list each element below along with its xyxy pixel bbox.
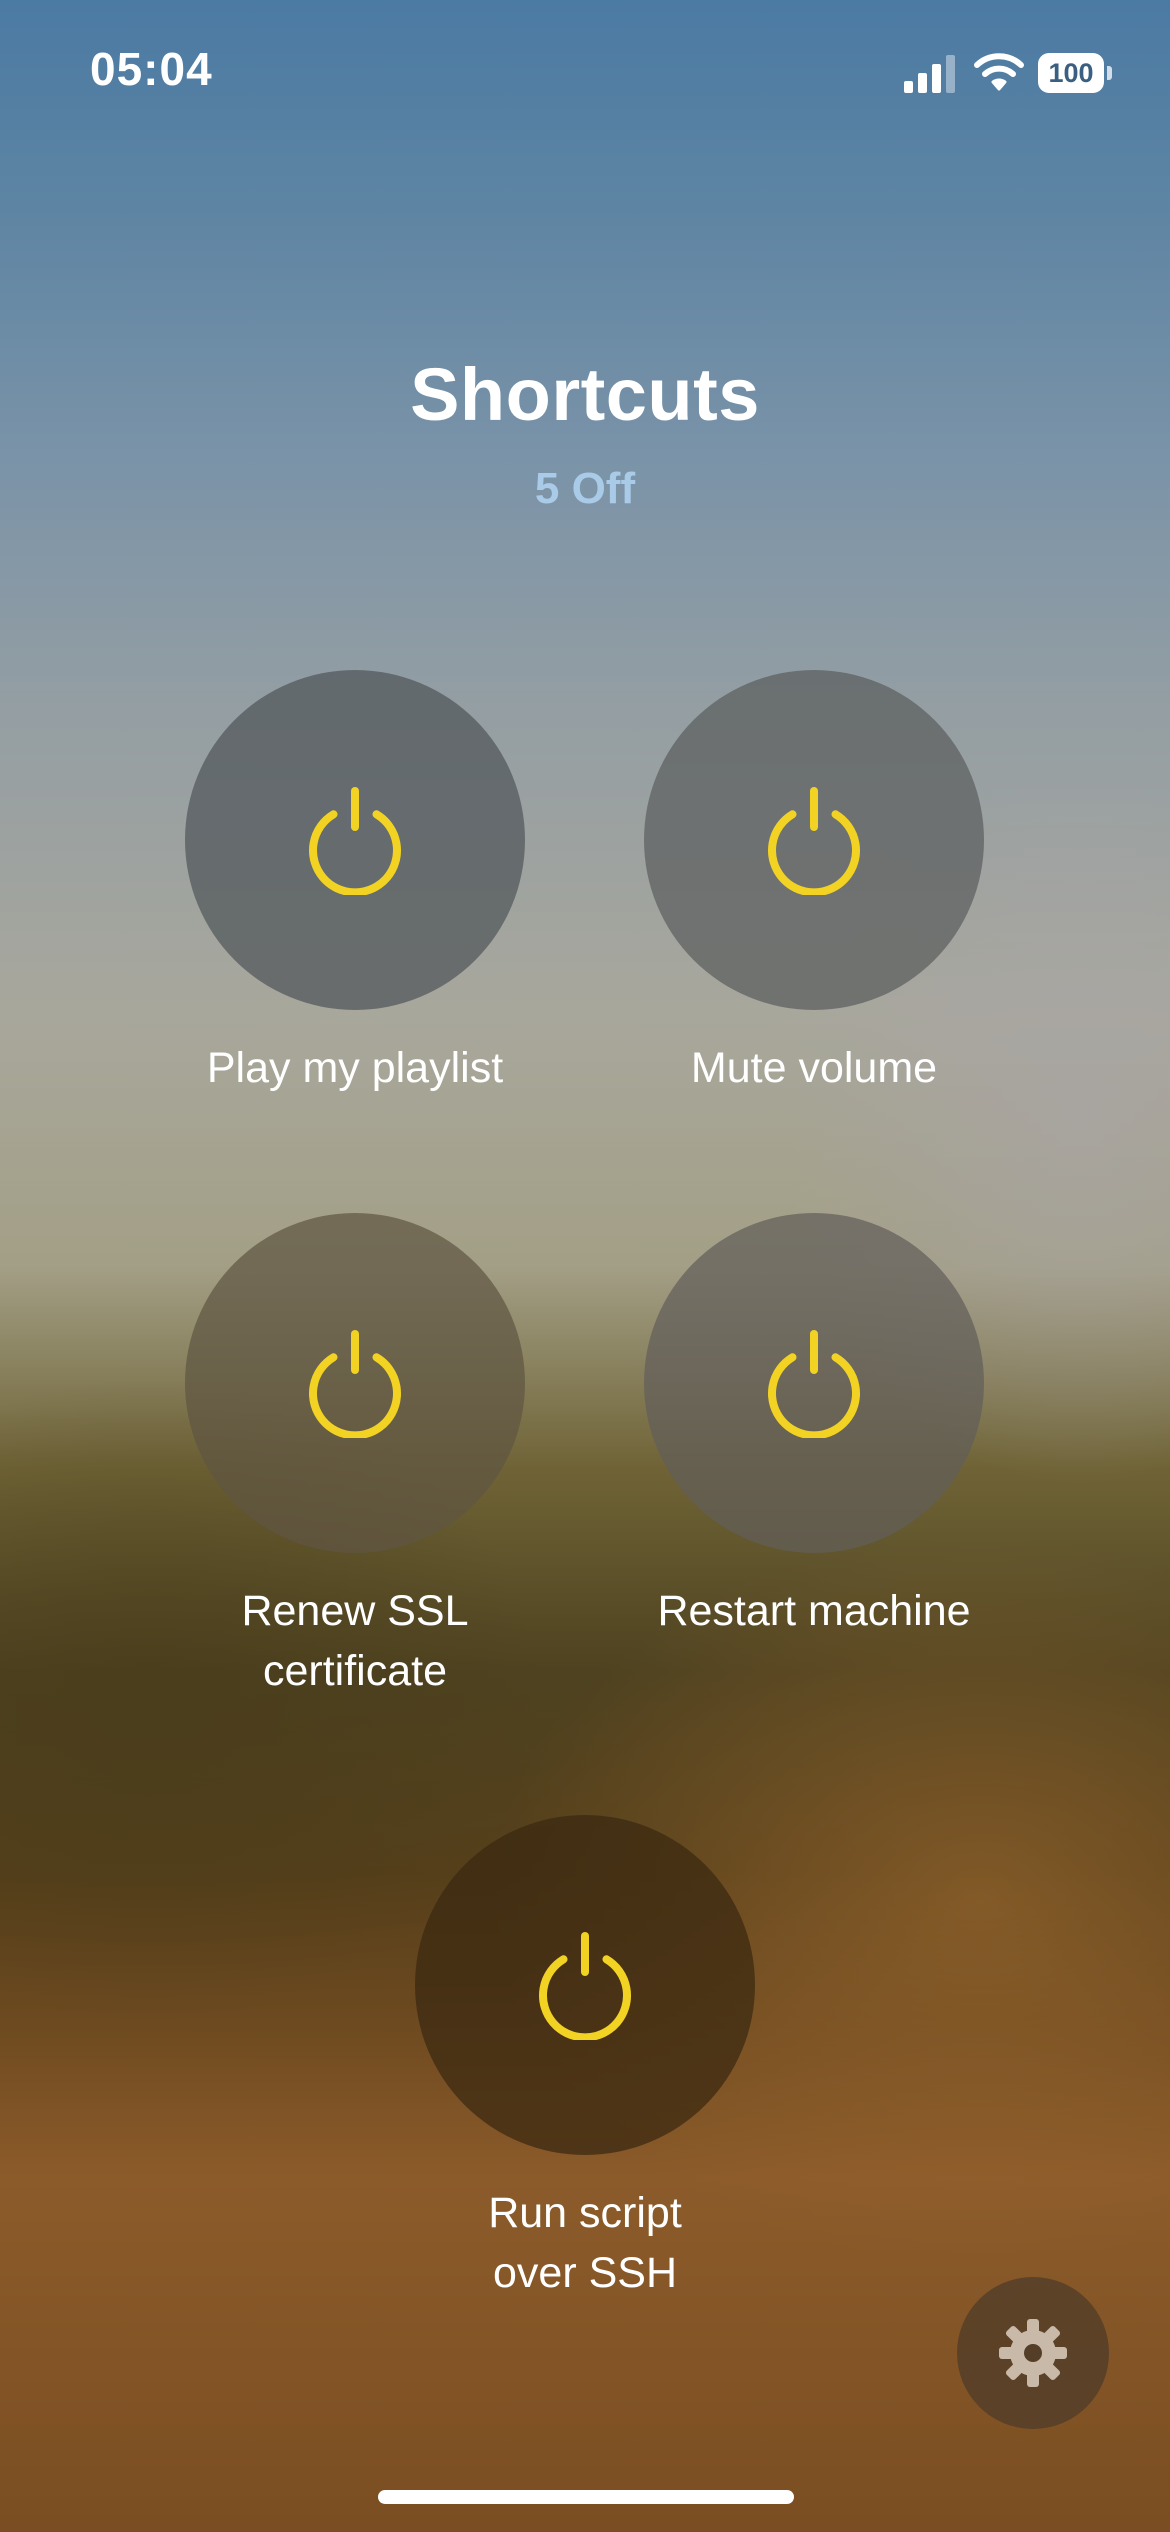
power-icon <box>309 787 401 895</box>
battery-indicator: 100 <box>1038 53 1112 93</box>
battery-tip <box>1107 66 1112 80</box>
status-bar: 05:04 100 <box>0 0 1170 150</box>
battery-level: 100 <box>1038 53 1104 93</box>
shortcut-toggle-button[interactable] <box>185 1213 525 1553</box>
settings-button[interactable] <box>957 2277 1109 2429</box>
shortcut-restart-machine: Restart machine <box>594 1213 1034 1641</box>
power-icon <box>539 1932 631 2040</box>
shortcut-toggle-button[interactable] <box>415 1815 755 2155</box>
page-title: Shortcuts <box>410 353 760 436</box>
cellular-signal-icon <box>904 55 955 93</box>
power-icon <box>309 1330 401 1438</box>
shortcut-label: Play my playlist <box>206 1044 504 1092</box>
gear-icon <box>999 2319 1067 2387</box>
power-icon <box>768 787 860 895</box>
shortcut-run-script-over-ssh: Run script over SSH <box>365 1815 805 2303</box>
status-time: 05:04 <box>90 43 213 95</box>
shortcut-toggle-button[interactable] <box>185 670 525 1010</box>
shortcut-label: Restart machine <box>657 1587 971 1635</box>
shortcuts-screen: 05:04 100 Shortcuts 5 Off Play my playli… <box>0 0 1170 2532</box>
shortcut-toggle-button[interactable] <box>644 1213 984 1553</box>
shortcut-label: Run script over SSH <box>488 2189 682 2297</box>
shortcut-label: Renew SSL certificate <box>241 1587 469 1695</box>
shortcut-renew-ssl-certificate: Renew SSL certificate <box>135 1213 575 1701</box>
power-icon <box>768 1330 860 1438</box>
wifi-icon <box>974 53 1024 91</box>
shortcut-toggle-button[interactable] <box>644 670 984 1010</box>
status-summary: 5 Off <box>534 464 636 513</box>
shortcut-label: Mute volume <box>690 1044 938 1092</box>
home-indicator[interactable] <box>378 2490 794 2504</box>
shortcut-mute-volume: Mute volume <box>594 670 1034 1098</box>
shortcut-play-my-playlist: Play my playlist <box>135 670 575 1098</box>
